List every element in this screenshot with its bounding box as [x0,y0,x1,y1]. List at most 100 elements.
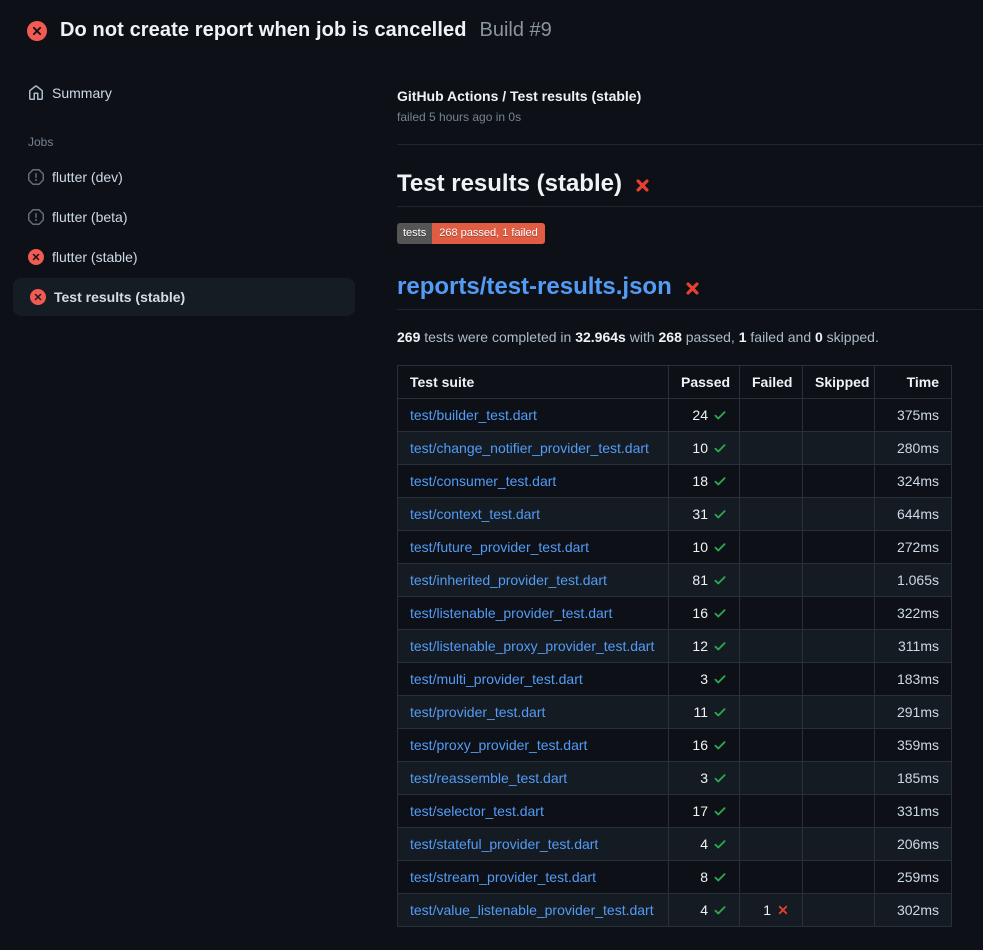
sidebar-item-job[interactable]: Test results (stable) [13,278,355,316]
passed-cell: 12 [669,630,740,663]
suite-link[interactable]: test/value_listenable_provider_test.dart [410,902,654,918]
job-label: flutter (beta) [52,209,127,225]
jobs-list: flutter (dev) flutter (beta) flutter (stab… [0,157,397,316]
summary-segment: 1 [739,329,747,345]
x-icon [776,903,790,917]
time-cell: 331ms [875,795,952,828]
passed-cell: 3 [669,663,740,696]
build-number: Build #9 [480,19,552,42]
failed-status-icon [27,21,47,41]
suite-link[interactable]: test/consumer_test.dart [410,473,556,489]
table-row: test/builder_test.dart24375ms [398,399,952,432]
failed-cell: 1 [740,894,803,927]
table-row: test/listenable_provider_test.dart16322m… [398,597,952,630]
skipped-cell [803,861,875,894]
skipped-cell [803,729,875,762]
build-title: Do not create report when job is cancell… [60,19,467,42]
x-circle-fill-icon [30,289,46,305]
passed-cell: 31 [669,498,740,531]
failed-cell [740,597,803,630]
suite-link[interactable]: test/selector_test.dart [410,803,544,819]
failed-cell [740,630,803,663]
stop-icon [28,209,44,225]
table-row: test/change_notifier_provider_test.dart 1… [398,432,952,465]
time-cell: 259ms [875,861,952,894]
skipped-cell [803,828,875,861]
suite-link[interactable]: test/builder_test.dart [410,407,537,423]
table-row: test/value_listenable_provider_test.dart… [398,894,952,927]
suite-link[interactable]: test/provider_test.dart [410,704,545,720]
summary-segment: 32.964s [575,329,626,345]
table-row: test/stream_provider_test.dart8259ms [398,861,952,894]
job-label: Test results (stable) [54,289,185,305]
passed-count: 3 [700,770,708,786]
report-file-link[interactable]: reports/test-results.json [397,273,672,301]
passed-cell: 4 [669,828,740,861]
sidebar-item-job[interactable]: flutter (stable) [0,237,397,277]
suite-link[interactable]: test/inherited_provider_test.dart [410,572,607,588]
table-row: test/provider_test.dart 11 291ms [398,696,952,729]
failed-cell [740,729,803,762]
suite-link[interactable]: test/stream_provider_test.dart [410,869,596,885]
failed-cell [740,861,803,894]
check-run-title: Test results (stable) [397,170,622,198]
sidebar-item-job[interactable]: flutter (dev) [0,157,397,197]
passed-count: 4 [700,902,708,918]
time-cell: 185ms [875,762,952,795]
passed-count: 24 [692,407,708,423]
stop-icon [28,169,44,185]
table-row: test/inherited_provider_test.dart811.065… [398,564,952,597]
summary-segment: skipped. [823,329,879,345]
skipped-cell [803,531,875,564]
sidebar-item-summary[interactable]: Summary [0,75,397,111]
time-cell: 206ms [875,828,952,861]
suite-link[interactable]: test/listenable_provider_test.dart [410,605,612,621]
suite-link[interactable]: test/context_test.dart [410,506,540,522]
passed-cell: 10 [669,531,740,564]
suite-link[interactable]: test/reassemble_test.dart [410,770,567,786]
suite-link[interactable]: test/stateful_provider_test.dart [410,836,598,852]
time-cell: 322ms [875,597,952,630]
column-header: Skipped [803,366,875,399]
passed-count: 81 [692,572,708,588]
suite-link[interactable]: test/change_notifier_provider_test.dart [410,440,649,456]
suite-link[interactable]: test/proxy_provider_test.dart [410,737,587,753]
time-cell: 324ms [875,465,952,498]
failed-cell [740,828,803,861]
check-icon [713,408,727,422]
x-circle-fill-icon [28,249,44,265]
suite-link[interactable]: test/multi_provider_test.dart [410,671,583,687]
check-icon [713,672,727,686]
test-results-table: Test suitePassedFailedSkippedTime test/b… [397,365,952,927]
passed-cell: 18 [669,465,740,498]
time-cell: 291ms [875,696,952,729]
summary-segment: failed and [747,329,816,345]
time-cell: 183ms [875,663,952,696]
failed-x-icon [633,176,652,195]
skipped-cell [803,795,875,828]
check-icon [713,771,727,785]
passed-cell: 11 [669,696,740,729]
suite-link[interactable]: test/future_provider_test.dart [410,539,589,555]
time-cell: 272ms [875,531,952,564]
run-status-line: failed 5 hours ago in 0s [397,110,983,124]
check-icon [713,738,727,752]
failed-x-icon [683,279,702,298]
table-row: test/listenable_proxy_provider_test.dart… [398,630,952,663]
failed-cell [740,762,803,795]
passed-count: 18 [692,473,708,489]
summary-segment: tests were completed in [420,329,575,345]
column-header: Passed [669,366,740,399]
check-icon [713,540,727,554]
suite-link[interactable]: test/listenable_proxy_provider_test.dart [410,638,654,654]
sidebar-item-job[interactable]: flutter (beta) [0,197,397,237]
time-cell: 311ms [875,630,952,663]
build-header: Do not create report when job is cancell… [0,0,983,56]
failed-cell [740,696,803,729]
time-cell: 359ms [875,729,952,762]
failed-cell [740,564,803,597]
check-icon [713,606,727,620]
passed-count: 17 [692,803,708,819]
passed-cell: 10 [669,432,740,465]
passed-count: 4 [700,836,708,852]
